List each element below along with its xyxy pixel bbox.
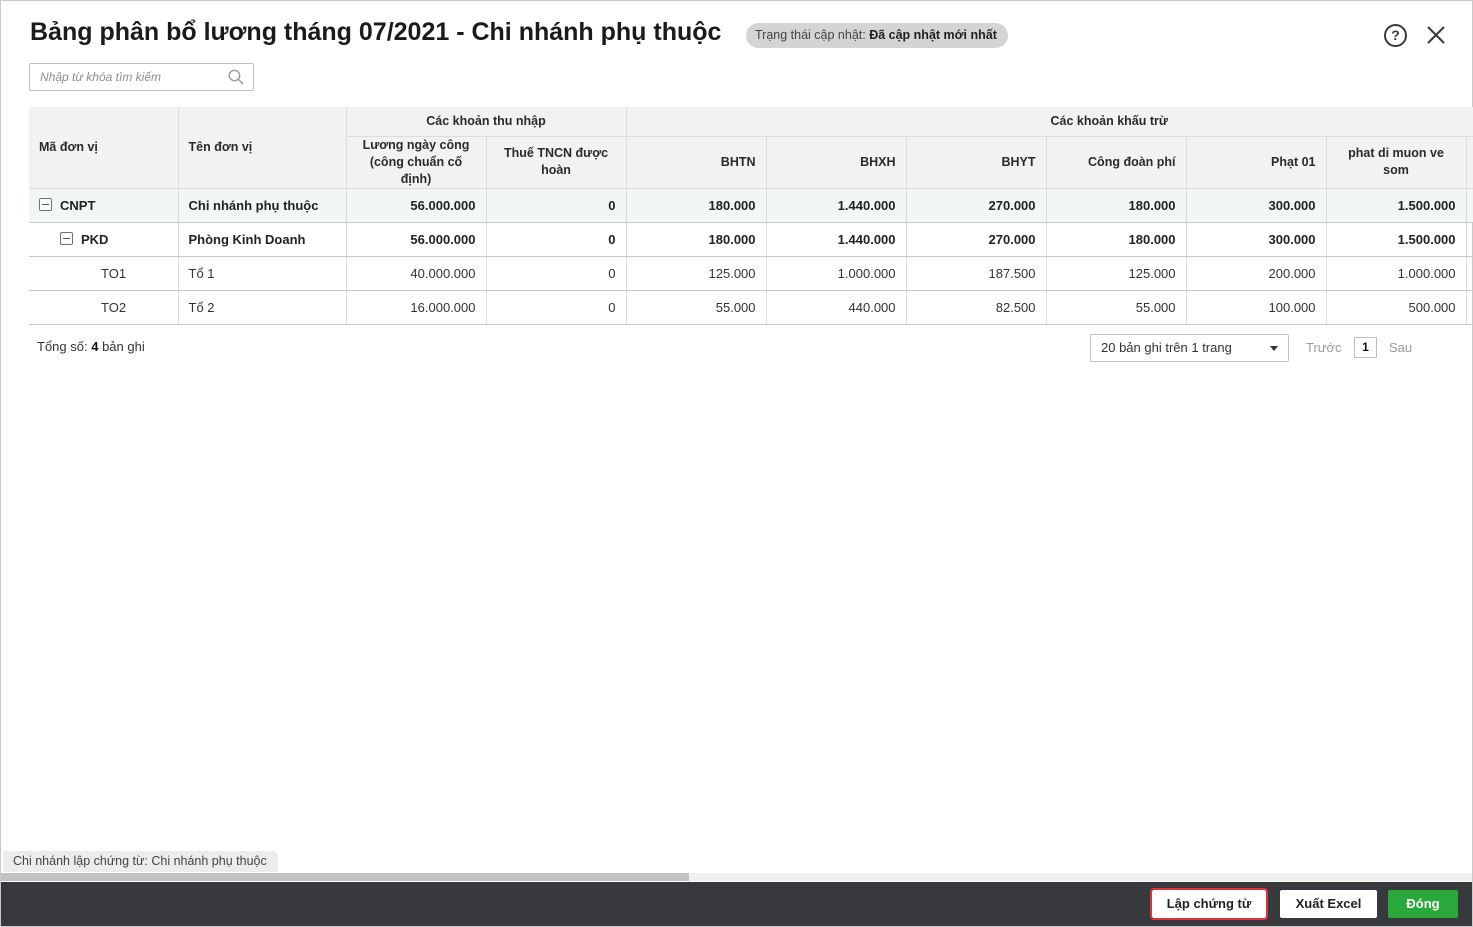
cell-late-early: 500.000 xyxy=(1326,290,1467,325)
page-size-value: 20 bản ghi trên 1 trang xyxy=(1101,340,1232,355)
data-grid: Mã đơn vị Tên đơn vị Các khoản thu nhập … xyxy=(29,107,1473,325)
cell-late-early: 1.500.000 xyxy=(1326,188,1467,223)
table-row[interactable]: PKD Phòng Kinh Doanh 56.000.000 0 180.00… xyxy=(29,222,1473,257)
header-group-deduction: Các khoản khấu trừ xyxy=(626,107,1473,137)
cell-bhxh: 1.000.000 xyxy=(766,256,907,291)
collapse-icon[interactable] xyxy=(60,231,73,245)
search-box xyxy=(29,63,254,91)
cell-tax-refund: 0 xyxy=(486,290,627,325)
header-union-fee: Công đoàn phí xyxy=(1046,136,1187,189)
record-total: Tổng số: 4 bản ghi xyxy=(37,339,145,354)
header-bhtn: BHTN xyxy=(626,136,767,189)
prev-page-button[interactable]: Trước xyxy=(1306,340,1342,355)
cell-bhyt: 187.500 xyxy=(906,256,1047,291)
cell-union-fee: 180.000 xyxy=(1046,222,1187,257)
cell-salary: 56.000.000 xyxy=(346,188,487,223)
page-title: Bảng phân bổ lương tháng 07/2021 - Chi n… xyxy=(30,18,722,46)
header-late-early: phat di muon ve som xyxy=(1326,136,1467,189)
cell-bhxh: 1.440.000 xyxy=(766,222,907,257)
cell-late-early: 1.500.000 xyxy=(1326,222,1467,257)
cell-code: TO1 xyxy=(29,256,179,291)
header-unit-name: Tên đơn vị xyxy=(178,107,347,189)
cell-bhyt: 82.500 xyxy=(906,290,1047,325)
cell-bhtn: 125.000 xyxy=(626,256,767,291)
create-voucher-button[interactable]: Lập chứng từ xyxy=(1150,888,1268,920)
cell-union-fee: 125.000 xyxy=(1046,256,1187,291)
header-bhxh: BHXH xyxy=(766,136,907,189)
cell-bhtn: 180.000 xyxy=(626,188,767,223)
branch-tag: Chi nhánh lập chứng từ: Chi nhánh phụ th… xyxy=(3,851,278,872)
cell-fine01: 300.000 xyxy=(1186,222,1327,257)
chevron-down-icon xyxy=(1270,346,1278,351)
cell-code: PKD xyxy=(29,222,179,257)
close-button[interactable]: Đóng xyxy=(1388,890,1458,918)
close-icon[interactable] xyxy=(1424,23,1448,47)
export-excel-button[interactable]: Xuất Excel xyxy=(1280,890,1377,918)
status-value: Đã cập nhật mới nhất xyxy=(869,28,997,42)
search-icon[interactable] xyxy=(228,69,244,85)
cell-bhtn: 55.000 xyxy=(626,290,767,325)
record-count: 4 xyxy=(91,339,99,354)
next-page-button[interactable]: Sau xyxy=(1389,340,1412,355)
header-unit-code: Mã đơn vị xyxy=(29,107,179,189)
page-size-select[interactable]: 20 bản ghi trên 1 trang xyxy=(1090,334,1289,362)
cell-name: Tổ 1 xyxy=(178,256,347,291)
page-number-button[interactable]: 1 xyxy=(1354,337,1377,358)
cell-fine01: 300.000 xyxy=(1186,188,1327,223)
collapse-icon[interactable] xyxy=(39,197,52,211)
scrollbar-thumb[interactable] xyxy=(1,873,689,881)
cell-union-fee: 180.000 xyxy=(1046,188,1187,223)
cell-bhyt: 270.000 xyxy=(906,222,1047,257)
cell-code: TO2 xyxy=(29,290,179,325)
cell-salary: 16.000.000 xyxy=(346,290,487,325)
cell-overflow xyxy=(1466,256,1473,291)
header-bhyt: BHYT xyxy=(906,136,1047,189)
cell-tax-refund: 0 xyxy=(486,188,627,223)
status-badge: Trạng thái cập nhật: Đã cập nhật mới nhấ… xyxy=(746,23,1008,48)
allocation-table: Mã đơn vị Tên đơn vị Các khoản thu nhập … xyxy=(29,107,1473,325)
search-input[interactable] xyxy=(40,64,220,90)
table-row[interactable]: TO1 Tổ 1 40.000.000 0 125.000 1.000.000 … xyxy=(29,256,1473,291)
cell-name: Tổ 2 xyxy=(178,290,347,325)
cell-code: CNPT xyxy=(29,188,179,223)
header-salary: Lương ngày công (công chuẩn cố định) xyxy=(346,136,487,189)
cell-bhxh: 440.000 xyxy=(766,290,907,325)
status-label: Trạng thái cập nhật: xyxy=(755,28,866,42)
cell-salary: 56.000.000 xyxy=(346,222,487,257)
cell-overflow xyxy=(1466,290,1473,325)
cell-overflow xyxy=(1466,188,1473,223)
header-overflow xyxy=(1466,136,1473,189)
table-row[interactable]: TO2 Tổ 2 16.000.000 0 55.000 440.000 82.… xyxy=(29,290,1473,325)
cell-bhyt: 270.000 xyxy=(906,188,1047,223)
header-tax-refund: Thuế TNCN được hoàn xyxy=(486,136,627,189)
cell-bhxh: 1.440.000 xyxy=(766,188,907,223)
header-group-income: Các khoản thu nhập xyxy=(346,107,627,137)
cell-name: Chi nhánh phụ thuộc xyxy=(178,188,347,223)
cell-union-fee: 55.000 xyxy=(1046,290,1187,325)
help-icon[interactable]: ? xyxy=(1384,24,1407,47)
cell-salary: 40.000.000 xyxy=(346,256,487,291)
cell-tax-refund: 0 xyxy=(486,256,627,291)
cell-late-early: 1.000.000 xyxy=(1326,256,1467,291)
cell-bhtn: 180.000 xyxy=(626,222,767,257)
header-fine01: Phạt 01 xyxy=(1186,136,1327,189)
cell-name: Phòng Kinh Doanh xyxy=(178,222,347,257)
cell-fine01: 200.000 xyxy=(1186,256,1327,291)
cell-tax-refund: 0 xyxy=(486,222,627,257)
cell-fine01: 100.000 xyxy=(1186,290,1327,325)
table-row[interactable]: CNPT Chi nhánh phụ thuộc 56.000.000 0 18… xyxy=(29,188,1473,223)
cell-overflow xyxy=(1466,222,1473,257)
